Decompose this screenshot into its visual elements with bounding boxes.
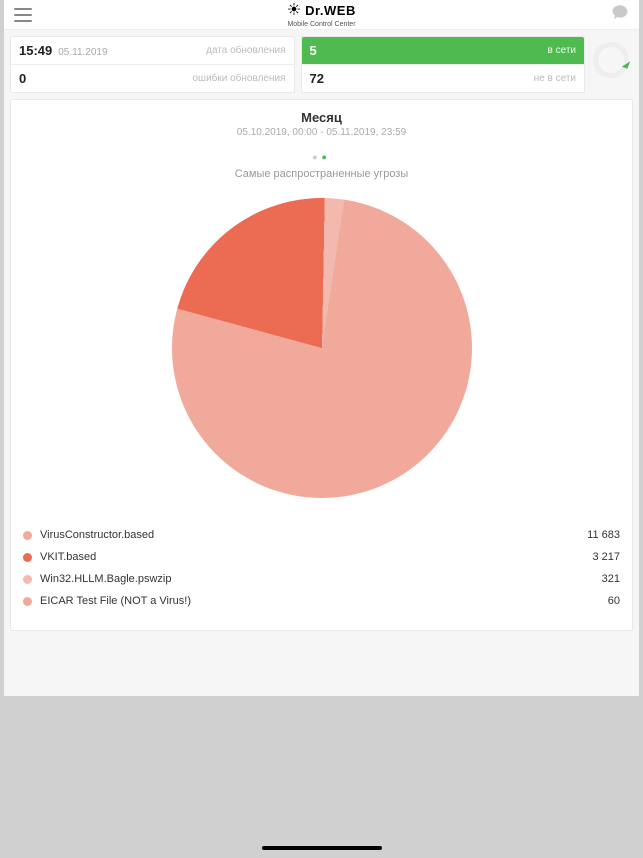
menu-icon[interactable] bbox=[14, 8, 32, 22]
brand-logo: Dr.WEB Mobile Control Center bbox=[287, 2, 356, 28]
period-title: Месяц bbox=[21, 110, 622, 125]
legend-value: 60 bbox=[608, 595, 620, 607]
offline-label: не в сети bbox=[534, 73, 576, 84]
update-time-cell[interactable]: 15:49 05.11.2019 дата обновления bbox=[11, 37, 294, 64]
update-errors-cell[interactable]: 0 ошибки обновления bbox=[11, 64, 294, 92]
chart-title: Самые распространенные угрозы bbox=[21, 168, 622, 180]
period-range: 05.10.2019, 00:00 - 05.11.2019, 23:59 bbox=[21, 127, 622, 138]
online-value: 5 bbox=[310, 43, 317, 58]
offline-cell[interactable]: 72 не в сети bbox=[302, 64, 585, 92]
chat-icon[interactable] bbox=[611, 3, 629, 26]
legend-name: Win32.HLLM.Bagle.pswzip bbox=[40, 573, 602, 585]
legend-row[interactable]: VKIT.based3 217 bbox=[23, 546, 620, 568]
legend-name: VirusConstructor.based bbox=[40, 529, 587, 541]
update-date: 05.11.2019 bbox=[58, 47, 107, 58]
topbar: Dr.WEB Mobile Control Center bbox=[4, 0, 639, 30]
brand-name: Dr.WEB bbox=[305, 4, 356, 17]
network-gauge bbox=[591, 40, 631, 80]
gauge-wedge-icon bbox=[622, 59, 630, 69]
stats-network-block: 5 в сети 72 не в сети bbox=[301, 36, 586, 93]
app-window: Dr.WEB Mobile Control Center 15:49 05.11… bbox=[4, 0, 639, 696]
pie-chart-wrap bbox=[21, 190, 622, 518]
legend-name: EICAR Test File (NOT a Virus!) bbox=[40, 595, 608, 607]
online-cell[interactable]: 5 в сети bbox=[302, 37, 585, 64]
update-time: 15:49 bbox=[19, 43, 52, 58]
pie-chart bbox=[172, 198, 472, 498]
threats-card: Месяц 05.10.2019, 00:00 - 05.11.2019, 23… bbox=[10, 99, 633, 631]
home-indicator[interactable] bbox=[262, 846, 382, 850]
spider-icon bbox=[287, 2, 301, 20]
brand-subtitle: Mobile Control Center bbox=[287, 21, 355, 28]
legend-name: VKIT.based bbox=[40, 551, 592, 563]
legend-value: 11 683 bbox=[587, 529, 620, 541]
legend-dot-icon bbox=[23, 531, 32, 540]
offline-value: 72 bbox=[310, 71, 324, 86]
legend-row[interactable]: EICAR Test File (NOT a Virus!)60 bbox=[23, 590, 620, 612]
update-label: дата обновления bbox=[206, 45, 285, 56]
legend-dot-icon bbox=[23, 597, 32, 606]
legend-dot-icon bbox=[23, 575, 32, 584]
stats-panel: 15:49 05.11.2019 дата обновления 0 ошибк… bbox=[4, 30, 639, 99]
page-dots[interactable]: ●● bbox=[21, 152, 622, 162]
legend-value: 321 bbox=[602, 573, 620, 585]
legend-dot-icon bbox=[23, 553, 32, 562]
online-label: в сети bbox=[548, 45, 577, 56]
errors-value: 0 bbox=[19, 71, 26, 86]
legend-row[interactable]: Win32.HLLM.Bagle.pswzip321 bbox=[23, 568, 620, 590]
legend-value: 3 217 bbox=[592, 551, 620, 563]
errors-label: ошибки обновления bbox=[192, 73, 285, 84]
legend-row[interactable]: VirusConstructor.based11 683 bbox=[23, 524, 620, 546]
legend: VirusConstructor.based11 683VKIT.based3 … bbox=[23, 524, 620, 612]
stats-update-block: 15:49 05.11.2019 дата обновления 0 ошибк… bbox=[10, 36, 295, 93]
